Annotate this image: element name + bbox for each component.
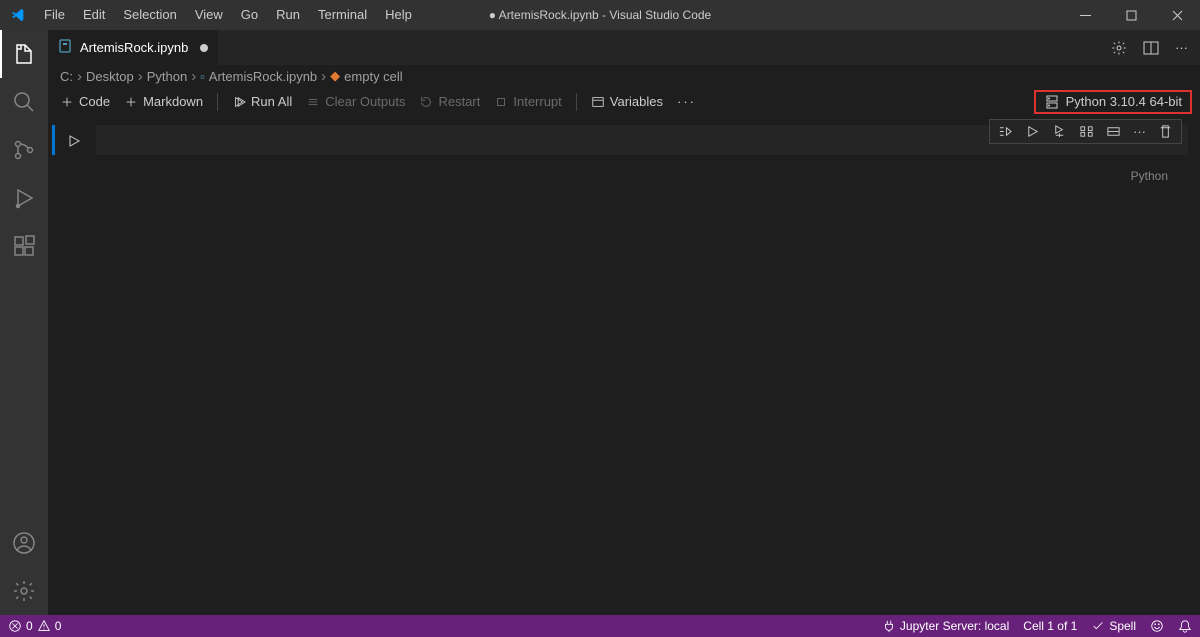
window-controls <box>1062 0 1200 30</box>
run-debug-icon[interactable] <box>0 174 48 222</box>
vscode-logo-icon <box>0 7 35 23</box>
chevron-right-icon: › <box>77 68 82 85</box>
run-by-line-icon[interactable] <box>998 124 1013 139</box>
breadcrumbs: C: › Desktop › Python › ▫ArtemisRock.ipy… <box>48 65 1200 87</box>
breadcrumb-item[interactable]: ▫ArtemisRock.ipynb <box>200 69 317 84</box>
title-bar: File Edit Selection View Go Run Terminal… <box>0 0 1200 30</box>
separator <box>217 93 218 111</box>
menu-run[interactable]: Run <box>267 0 309 30</box>
check-icon <box>1091 619 1105 633</box>
source-control-icon[interactable] <box>0 126 48 174</box>
dirty-indicator-icon <box>200 44 208 52</box>
add-code-button[interactable]: Code <box>60 94 110 109</box>
menu-go[interactable]: Go <box>232 0 267 30</box>
tab-active[interactable]: ArtemisRock.ipynb <box>48 30 219 65</box>
execute-below-icon[interactable] <box>1052 124 1067 139</box>
run-all-button[interactable]: Run All <box>232 94 292 109</box>
maximize-button[interactable] <box>1108 0 1154 30</box>
notebook-toolbar: Code Markdown Run All Clear Outputs Rest… <box>48 87 1200 117</box>
settings-gear-icon[interactable] <box>0 567 48 615</box>
activity-bar <box>0 30 48 615</box>
more-actions-icon[interactable]: ··· <box>1175 40 1188 56</box>
split-editor-icon[interactable] <box>1143 40 1159 56</box>
extensions-icon[interactable] <box>0 222 48 270</box>
clear-outputs-button[interactable]: Clear Outputs <box>306 94 405 109</box>
execute-cell-icon[interactable] <box>1025 124 1040 139</box>
kernel-picker-button[interactable]: Python 3.10.4 64-bit <box>1034 90 1192 114</box>
accounts-icon[interactable] <box>0 519 48 567</box>
menu-selection[interactable]: Selection <box>114 0 185 30</box>
cell-language-label[interactable]: Python <box>1131 169 1168 183</box>
menu-help[interactable]: Help <box>376 0 421 30</box>
cell-icon: ◆ <box>330 68 340 84</box>
search-icon[interactable] <box>0 78 48 126</box>
split-cell-icon[interactable] <box>1079 124 1094 139</box>
breadcrumb-item[interactable]: C: <box>60 69 73 84</box>
breadcrumb-item[interactable]: ◆empty cell <box>330 68 403 84</box>
variables-button[interactable]: Variables <box>591 94 663 109</box>
menu-terminal[interactable]: Terminal <box>309 0 376 30</box>
editor-area: ··· Python <box>48 117 1200 615</box>
add-markdown-button[interactable]: Markdown <box>124 94 203 109</box>
interrupt-button[interactable]: Interrupt <box>494 94 561 109</box>
cell-gutter <box>52 125 96 155</box>
close-button[interactable] <box>1154 0 1200 30</box>
spell-status[interactable]: Spell <box>1091 619 1136 633</box>
chevron-right-icon: › <box>321 68 326 85</box>
breadcrumb-item[interactable]: Python <box>147 69 187 84</box>
delete-cell-icon[interactable] <box>1158 124 1173 139</box>
settings-gear-icon[interactable] <box>1111 40 1127 56</box>
chevron-right-icon: › <box>191 68 196 85</box>
run-cell-button[interactable] <box>66 133 82 152</box>
toggle-output-icon[interactable] <box>1106 124 1121 139</box>
menu-file[interactable]: File <box>35 0 74 30</box>
plug-icon <box>882 619 896 633</box>
problems-status[interactable]: 0 0 <box>8 619 61 633</box>
jupyter-server-status[interactable]: Jupyter Server: local <box>882 619 1009 633</box>
cell-position-status[interactable]: Cell 1 of 1 <box>1023 619 1077 633</box>
restart-button[interactable]: Restart <box>419 94 480 109</box>
warning-icon <box>37 619 51 633</box>
status-bar: 0 0 Jupyter Server: local Cell 1 of 1 Sp… <box>0 615 1200 637</box>
minimize-button[interactable] <box>1062 0 1108 30</box>
editor-actions: ··· <box>1111 40 1200 56</box>
error-icon <box>8 619 22 633</box>
explorer-icon[interactable] <box>0 30 48 78</box>
cell-more-icon[interactable]: ··· <box>1133 124 1146 139</box>
cell-toolbar: ··· <box>989 119 1182 144</box>
feedback-icon[interactable] <box>1150 619 1164 633</box>
toolbar-more-icon[interactable]: ··· <box>677 94 696 109</box>
notebook-file-icon <box>58 38 74 57</box>
chevron-right-icon: › <box>138 68 143 85</box>
menu-bar: File Edit Selection View Go Run Terminal… <box>35 0 421 30</box>
kernel-label: Python 3.10.4 64-bit <box>1066 94 1182 109</box>
server-icon <box>1044 94 1060 110</box>
window-title: ● ArtemisRock.ipynb - Visual Studio Code <box>489 8 711 22</box>
tab-filename: ArtemisRock.ipynb <box>80 40 188 55</box>
cell: ··· Python <box>48 125 1200 155</box>
breadcrumb-item[interactable]: Desktop <box>86 69 134 84</box>
separator <box>576 93 577 111</box>
notebook-file-icon: ▫ <box>200 69 205 84</box>
menu-view[interactable]: View <box>186 0 232 30</box>
menu-edit[interactable]: Edit <box>74 0 114 30</box>
notifications-icon[interactable] <box>1178 619 1192 633</box>
tab-bar: ArtemisRock.ipynb ··· <box>48 30 1200 65</box>
